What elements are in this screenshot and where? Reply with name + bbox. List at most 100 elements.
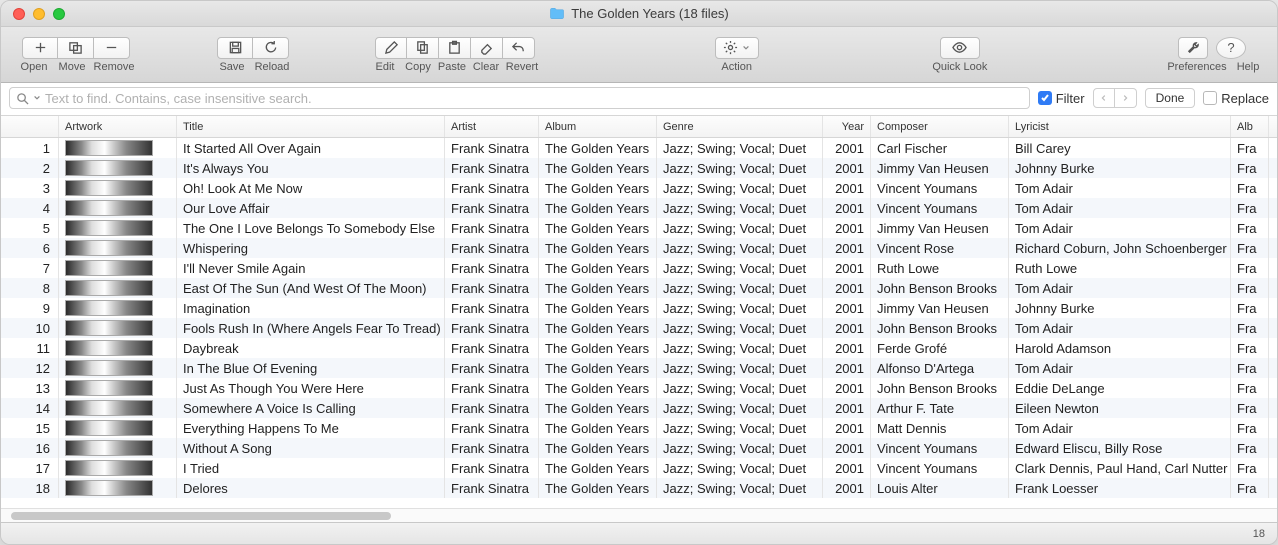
search-next-button[interactable] xyxy=(1115,88,1137,108)
cell-artist: Frank Sinatra xyxy=(445,458,539,478)
replace-checkbox[interactable]: Replace xyxy=(1203,91,1269,106)
cell-albumartist: Fra xyxy=(1231,458,1269,478)
cell-album: The Golden Years xyxy=(539,258,657,278)
cell-albumartist: Fra xyxy=(1231,218,1269,238)
cell-lyricist: Eddie DeLange xyxy=(1009,378,1231,398)
th-title[interactable]: Title xyxy=(177,116,445,137)
cell-number: 15 xyxy=(1,418,59,438)
table-row[interactable]: 5The One I Love Belongs To Somebody Else… xyxy=(1,218,1277,238)
artwork-thumb xyxy=(65,280,153,296)
table-row[interactable]: 4Our Love AffairFrank SinatraThe Golden … xyxy=(1,198,1277,218)
cell-title: I'll Never Smile Again xyxy=(177,258,445,278)
traffic-lights xyxy=(1,8,65,20)
table-row[interactable]: 6WhisperingFrank SinatraThe Golden Years… xyxy=(1,238,1277,258)
table-row[interactable]: 9ImaginationFrank SinatraThe Golden Year… xyxy=(1,298,1277,318)
move-label: Move xyxy=(53,61,91,73)
cell-number: 12 xyxy=(1,358,59,378)
cell-year: 2001 xyxy=(823,198,871,218)
search-mode-chevron-icon[interactable] xyxy=(33,94,41,102)
cell-albumartist: Fra xyxy=(1231,138,1269,158)
table-row[interactable]: 16Without A SongFrank SinatraThe Golden … xyxy=(1,438,1277,458)
th-composer[interactable]: Composer xyxy=(871,116,1009,137)
cell-album: The Golden Years xyxy=(539,198,657,218)
paste-button[interactable] xyxy=(439,37,471,59)
cell-composer: Vincent Rose xyxy=(871,238,1009,258)
table-header: Artwork Title Artist Album Genre Year Co… xyxy=(1,116,1277,138)
cell-year: 2001 xyxy=(823,138,871,158)
help-button[interactable]: ? xyxy=(1216,37,1246,59)
search-input[interactable] xyxy=(45,91,1023,106)
table-row[interactable]: 11DaybreakFrank SinatraThe Golden YearsJ… xyxy=(1,338,1277,358)
titlebar: The Golden Years (18 files) xyxy=(1,1,1277,27)
artwork-thumb xyxy=(65,340,153,356)
search-nav xyxy=(1093,88,1137,108)
window-title: The Golden Years (18 files) xyxy=(571,6,729,21)
quicklook-button[interactable] xyxy=(940,37,980,59)
cell-lyricist: Johnny Burke xyxy=(1009,158,1231,178)
table-row[interactable]: 1It Started All Over AgainFrank SinatraT… xyxy=(1,138,1277,158)
th-album[interactable]: Album xyxy=(539,116,657,137)
chevron-right-icon xyxy=(1121,94,1129,102)
cell-number: 5 xyxy=(1,218,59,238)
cell-albumartist: Fra xyxy=(1231,318,1269,338)
th-artwork[interactable]: Artwork xyxy=(59,116,177,137)
cell-genre: Jazz; Swing; Vocal; Duet xyxy=(657,318,823,338)
cell-artwork xyxy=(59,238,177,258)
save-button[interactable] xyxy=(217,37,253,59)
cell-artwork xyxy=(59,198,177,218)
th-year[interactable]: Year xyxy=(823,116,871,137)
edit-button[interactable] xyxy=(375,37,407,59)
th-lyricist[interactable]: Lyricist xyxy=(1009,116,1231,137)
scrollbar-thumb[interactable] xyxy=(11,512,391,520)
done-button[interactable]: Done xyxy=(1145,88,1196,108)
preferences-button[interactable] xyxy=(1178,37,1208,59)
remove-button[interactable] xyxy=(94,37,130,59)
question-icon: ? xyxy=(1227,40,1234,55)
cell-albumartist: Fra xyxy=(1231,398,1269,418)
cell-artwork xyxy=(59,158,177,178)
table-row[interactable]: 18DeloresFrank SinatraThe Golden YearsJa… xyxy=(1,478,1277,498)
reload-button[interactable] xyxy=(253,37,289,59)
table-row[interactable]: 12In The Blue Of EveningFrank SinatraThe… xyxy=(1,358,1277,378)
cell-albumartist: Fra xyxy=(1231,378,1269,398)
copy-button[interactable] xyxy=(407,37,439,59)
table-row[interactable]: 10Fools Rush In (Where Angels Fear To Tr… xyxy=(1,318,1277,338)
close-window-button[interactable] xyxy=(13,8,25,20)
cell-title: Delores xyxy=(177,478,445,498)
table-row[interactable]: 3Oh! Look At Me NowFrank SinatraThe Gold… xyxy=(1,178,1277,198)
cell-lyricist: Bill Carey xyxy=(1009,138,1231,158)
horizontal-scrollbar[interactable] xyxy=(1,508,1277,522)
th-artist[interactable]: Artist xyxy=(445,116,539,137)
cell-album: The Golden Years xyxy=(539,418,657,438)
clear-button[interactable] xyxy=(471,37,503,59)
cell-composer: John Benson Brooks xyxy=(871,278,1009,298)
table-row[interactable]: 2It's Always YouFrank SinatraThe Golden … xyxy=(1,158,1277,178)
cell-lyricist: Tom Adair xyxy=(1009,198,1231,218)
revert-button[interactable] xyxy=(503,37,535,59)
search-prev-button[interactable] xyxy=(1093,88,1115,108)
zoom-window-button[interactable] xyxy=(53,8,65,20)
cell-number: 10 xyxy=(1,318,59,338)
th-genre[interactable]: Genre xyxy=(657,116,823,137)
move-button[interactable] xyxy=(58,37,94,59)
search-input-wrap[interactable] xyxy=(9,87,1030,109)
th-albumartist[interactable]: Alb xyxy=(1231,116,1269,137)
cell-album: The Golden Years xyxy=(539,178,657,198)
cell-artwork xyxy=(59,398,177,418)
minimize-window-button[interactable] xyxy=(33,8,45,20)
artwork-thumb xyxy=(65,220,153,236)
table-row[interactable]: 17I TriedFrank SinatraThe Golden YearsJa… xyxy=(1,458,1277,478)
action-button[interactable] xyxy=(715,37,759,59)
table-row[interactable]: 14Somewhere A Voice Is CallingFrank Sina… xyxy=(1,398,1277,418)
cell-artist: Frank Sinatra xyxy=(445,378,539,398)
table-row[interactable]: 15Everything Happens To MeFrank SinatraT… xyxy=(1,418,1277,438)
table-row[interactable]: 8East Of The Sun (And West Of The Moon)F… xyxy=(1,278,1277,298)
open-button[interactable] xyxy=(22,37,58,59)
cell-year: 2001 xyxy=(823,478,871,498)
table-row[interactable]: 13Just As Though You Were HereFrank Sina… xyxy=(1,378,1277,398)
table-row[interactable]: 7I'll Never Smile AgainFrank SinatraThe … xyxy=(1,258,1277,278)
cell-albumartist: Fra xyxy=(1231,418,1269,438)
th-number[interactable] xyxy=(1,116,59,137)
filter-checkbox[interactable]: Filter xyxy=(1038,91,1085,106)
chevron-left-icon xyxy=(1100,94,1108,102)
